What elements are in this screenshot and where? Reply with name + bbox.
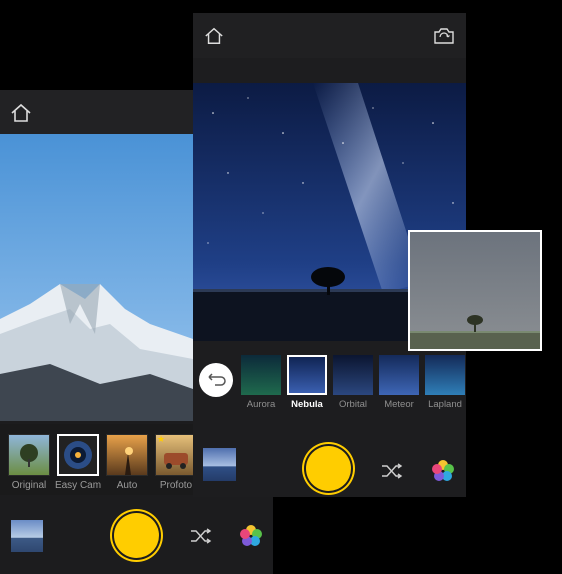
home-icon[interactable]	[204, 26, 224, 46]
star-icon: ★	[157, 434, 166, 444]
filter-lapland-thumb[interactable]	[425, 355, 465, 395]
filter-auto-thumb[interactable]	[106, 434, 148, 476]
filter-label: Orbital	[339, 399, 367, 410]
gallery-icon[interactable]	[431, 459, 455, 483]
filter-label: Aurora	[246, 399, 276, 410]
shutter-button[interactable]	[114, 513, 159, 558]
filter-label: Meteor	[384, 399, 414, 410]
filter-meteor-thumb[interactable]	[379, 355, 419, 395]
filter-strip: Aurora Nebula Orbital Meteor Lapland	[193, 351, 466, 411]
top-bar	[193, 13, 466, 58]
camera-switch-icon[interactable]	[433, 27, 455, 45]
bottom-bar	[0, 495, 273, 574]
filter-orbital-thumb[interactable]	[333, 355, 373, 395]
comparison-inset-photo	[408, 230, 542, 351]
last-photo-thumbnail[interactable]	[203, 448, 236, 481]
home-icon[interactable]	[10, 102, 32, 124]
gallery-icon[interactable]	[239, 524, 263, 548]
shuffle-icon[interactable]	[381, 463, 403, 479]
filter-label: Lapland	[428, 399, 462, 410]
shutter-button[interactable]	[306, 446, 351, 491]
filter-aurora-thumb[interactable]	[241, 355, 281, 395]
last-photo-thumbnail[interactable]	[11, 520, 43, 552]
photo-preview-mountain	[0, 134, 193, 421]
filter-nebula-thumb[interactable]	[287, 355, 327, 395]
filter-easycam-thumb[interactable]	[57, 434, 99, 476]
filter-original-thumb[interactable]	[8, 434, 50, 476]
shuffle-icon[interactable]	[190, 528, 212, 544]
bottom-bar	[193, 421, 466, 497]
filter-label-selected: Nebula	[291, 399, 323, 410]
